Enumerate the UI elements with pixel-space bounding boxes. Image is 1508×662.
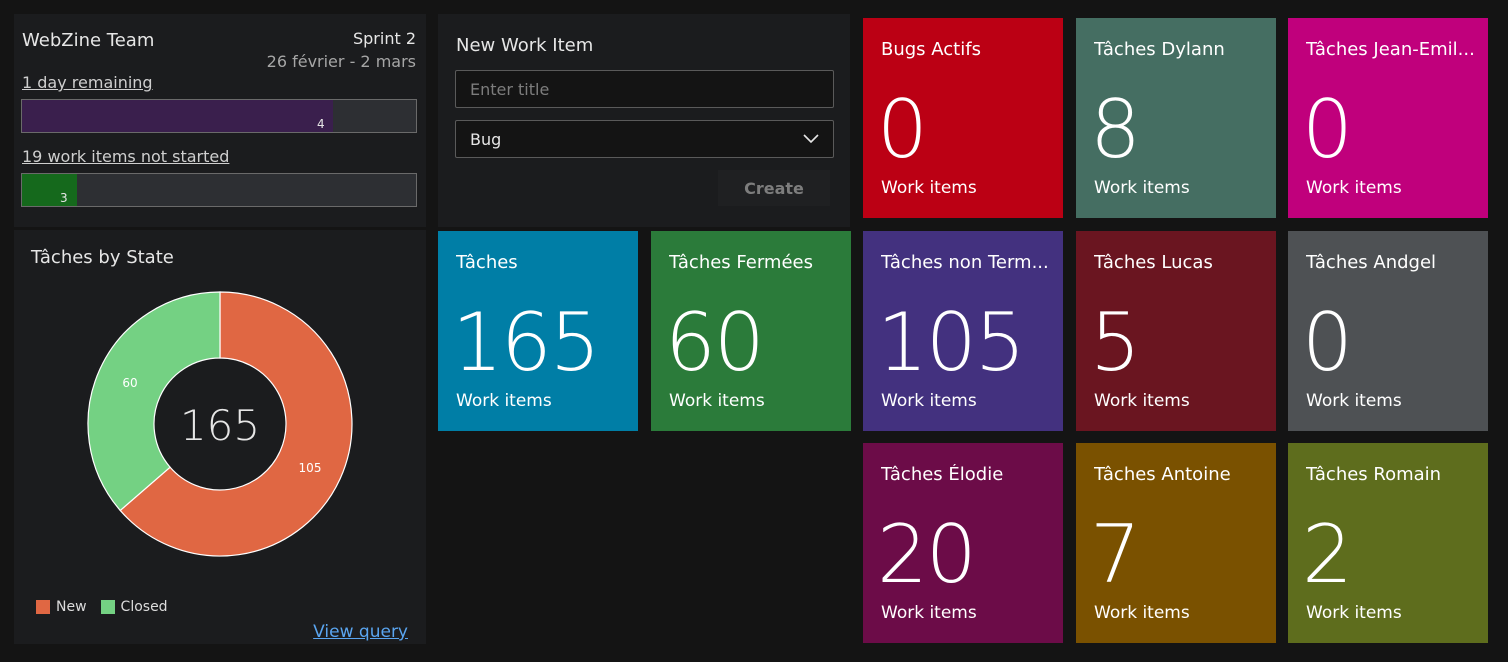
tile-title: Tâches non Term...	[881, 252, 1049, 273]
legend-label-new: New	[56, 599, 87, 615]
tile-count: 105	[877, 296, 1026, 389]
tile-count: 8	[1090, 83, 1141, 176]
view-query-link[interactable]: View query	[313, 622, 408, 642]
query-tile[interactable]: Tâches Jean-Emil... 0 Work items	[1288, 18, 1488, 218]
tile-count: 60	[665, 296, 765, 389]
donut-value-label-closed: 60	[122, 376, 137, 390]
donut-center-total: 165	[180, 401, 260, 450]
tile-title: Tâches Lucas	[1094, 252, 1213, 273]
tile-subtitle: Work items	[1306, 603, 1402, 623]
not-started-bar-fill	[22, 174, 77, 206]
query-tile[interactable]: Tâches 165 Work items	[438, 231, 638, 431]
tile-subtitle: Work items	[1306, 391, 1402, 411]
days-remaining-value: 4	[317, 117, 325, 131]
tile-subtitle: Work items	[456, 391, 552, 411]
tile-title: Tâches	[456, 252, 518, 273]
query-tile[interactable]: Tâches Romain 2 Work items	[1288, 443, 1488, 643]
query-tile[interactable]: Tâches Andgel 0 Work items	[1288, 231, 1488, 431]
legend-swatch-new	[36, 600, 50, 614]
tile-title: Tâches Dylann	[1094, 39, 1225, 60]
donut-value-label-new: 105	[299, 461, 322, 475]
query-tile[interactable]: Tâches Élodie 20 Work items	[863, 443, 1063, 643]
tile-subtitle: Work items	[881, 178, 977, 198]
tile-subtitle: Work items	[881, 603, 977, 623]
legend-label-closed: Closed	[120, 599, 168, 615]
days-remaining-bar: 4	[21, 99, 417, 133]
tile-count: 20	[877, 508, 977, 601]
query-tile[interactable]: Tâches Lucas 5 Work items	[1076, 231, 1276, 431]
tile-count: 5	[1090, 296, 1141, 389]
sprint-name: Sprint 2	[352, 29, 416, 48]
tile-title: Bugs Actifs	[881, 39, 981, 60]
tile-subtitle: Work items	[1094, 391, 1190, 411]
donut-chart: 105 60 165	[87, 291, 353, 557]
chart-title: Tâches by State	[31, 247, 174, 268]
chart-legend: New Closed	[36, 599, 168, 615]
query-tile[interactable]: Tâches Antoine 7 Work items	[1076, 443, 1276, 643]
tile-count: 0	[1302, 296, 1353, 389]
tile-subtitle: Work items	[881, 391, 977, 411]
query-tile[interactable]: Bugs Actifs 0 Work items	[863, 18, 1063, 218]
not-started-bar: 3	[21, 173, 417, 207]
tile-count: 0	[1302, 83, 1353, 176]
legend-swatch-closed	[100, 600, 115, 614]
new-work-item-widget: New Work Item Bug Create	[438, 14, 850, 227]
tile-subtitle: Work items	[1094, 603, 1190, 623]
tile-title: Tâches Andgel	[1306, 252, 1437, 273]
tile-count: 2	[1302, 508, 1353, 601]
sprint-overview-widget: WebZine Team Sprint 2 26 février - 2 mar…	[14, 14, 426, 227]
tile-count: 165	[452, 296, 601, 389]
not-started-value: 3	[60, 191, 68, 205]
query-tile[interactable]: Tâches Dylann 8 Work items	[1076, 18, 1276, 218]
query-tile[interactable]: Tâches Fermées 60 Work items	[651, 231, 851, 431]
team-name: WebZine Team	[22, 30, 155, 51]
tile-subtitle: Work items	[669, 391, 765, 411]
tile-subtitle: Work items	[1094, 178, 1190, 198]
days-remaining-bar-fill	[22, 100, 333, 132]
tile-title: Tâches Jean-Emil...	[1306, 39, 1475, 60]
tile-title: Tâches Fermées	[669, 252, 813, 273]
work-item-type-select[interactable]: Bug	[455, 120, 834, 158]
tile-title: Tâches Romain	[1306, 464, 1442, 485]
not-started-link[interactable]: 19 work items not started	[22, 147, 229, 166]
tile-subtitle: Work items	[1306, 178, 1402, 198]
chevron-down-icon	[803, 134, 819, 144]
query-tile[interactable]: Tâches non Term... 105 Work items	[863, 231, 1063, 431]
new-work-item-title: New Work Item	[456, 35, 594, 56]
tile-title: Tâches Antoine	[1094, 464, 1231, 485]
tile-count: 7	[1090, 508, 1141, 601]
tile-title: Tâches Élodie	[881, 464, 1004, 485]
title-input[interactable]	[455, 70, 834, 108]
tile-count: 0	[877, 83, 928, 176]
days-remaining-link[interactable]: 1 day remaining	[22, 73, 153, 92]
create-button[interactable]: Create	[718, 170, 830, 206]
tasks-by-state-widget: Tâches by State 105 60 165 New Closed View…	[14, 230, 426, 644]
work-item-type-value: Bug	[470, 129, 502, 149]
sprint-dates: 26 février - 2 mars	[266, 52, 416, 71]
